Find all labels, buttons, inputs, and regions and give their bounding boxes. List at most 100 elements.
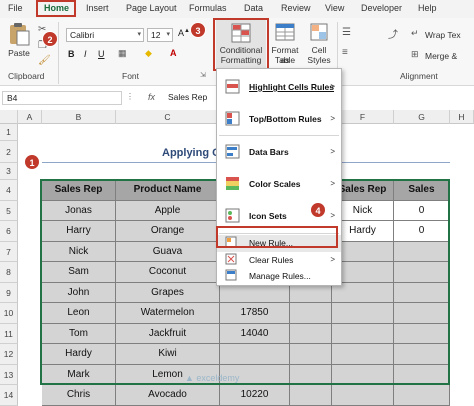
table-header-cell[interactable]: Product Name [116, 180, 220, 201]
table-cell[interactable]: Orange [116, 221, 220, 242]
cell-styles-button[interactable]: Cell Styles [304, 20, 334, 68]
tab-file[interactable]: File [8, 3, 23, 13]
align-left-icon[interactable]: ≡ [342, 47, 348, 58]
tab-view[interactable]: View [325, 3, 344, 13]
table-cell[interactable] [332, 344, 394, 365]
row-header[interactable]: 8 [0, 262, 18, 283]
lookup-cell[interactable]: 0 [394, 221, 450, 242]
column-header[interactable]: B [42, 110, 116, 124]
table-cell[interactable] [290, 303, 332, 324]
table-cell[interactable]: Grapes [116, 282, 220, 303]
table-cell[interactable]: Chris [42, 385, 116, 406]
formula-bar-cancel-icon[interactable]: ⋮ [126, 92, 134, 101]
font-color-icon[interactable]: A [170, 48, 177, 58]
name-box[interactable]: B4 [2, 91, 122, 105]
menu-item-data-bars[interactable]: Data Bars > [217, 136, 341, 168]
bold-button[interactable]: B [68, 49, 75, 59]
row-header[interactable]: 1 [0, 124, 18, 141]
tab-data[interactable]: Data [244, 3, 263, 13]
table-cell[interactable] [332, 385, 394, 406]
table-cell[interactable] [332, 303, 394, 324]
table-cell[interactable] [394, 364, 450, 385]
row-header[interactable]: 10 [0, 303, 18, 324]
menu-item-clear-rules[interactable]: Clear Rules > [217, 252, 341, 268]
orientation-icon[interactable]: ⤴ [388, 26, 398, 41]
table-cell[interactable] [332, 364, 394, 385]
table-cell[interactable] [394, 385, 450, 406]
lookup-header-cell[interactable]: Sales [394, 180, 450, 201]
wrap-text-button[interactable]: Wrap Tex [425, 30, 461, 40]
row-header[interactable]: 11 [0, 323, 18, 344]
dialog-launcher-icon[interactable]: ⇲ [200, 71, 206, 79]
table-cell[interactable]: Watermelon [116, 303, 220, 324]
column-header[interactable]: C [116, 110, 220, 124]
table-cell[interactable]: 14040 [220, 323, 290, 344]
wrap-text-icon[interactable]: ↵ [411, 28, 419, 39]
align-top-icon[interactable]: ☰ [342, 27, 351, 38]
table-cell[interactable] [290, 364, 332, 385]
table-cell[interactable]: 10220 [220, 385, 290, 406]
row-header[interactable]: 9 [0, 282, 18, 303]
table-cell[interactable]: Tom [42, 323, 116, 344]
row-header[interactable]: 13 [0, 364, 18, 385]
table-cell[interactable]: Guava [116, 241, 220, 262]
table-cell[interactable]: Jackfruit [116, 323, 220, 344]
conditional-formatting-button[interactable]: Conditional Formatting [216, 20, 266, 68]
table-cell[interactable] [290, 385, 332, 406]
row-header[interactable]: 5 [0, 200, 18, 221]
menu-item-manage-rules[interactable]: Manage Rules... [217, 268, 341, 284]
table-cell[interactable] [332, 323, 394, 344]
row-header[interactable]: 14 [0, 385, 18, 406]
font-name-select[interactable]: Calibri ▾ [66, 28, 144, 42]
table-cell[interactable]: Leon [42, 303, 116, 324]
table-cell[interactable] [394, 241, 450, 262]
table-cell[interactable]: Mark [42, 364, 116, 385]
table-cell[interactable] [394, 262, 450, 283]
italic-button[interactable]: I [84, 49, 87, 59]
menu-item-highlight-cells-rules[interactable]: Highlight Cells Rules > [217, 71, 341, 103]
borders-icon[interactable]: ▦ [118, 48, 127, 59]
lookup-cell[interactable]: 0 [394, 200, 450, 221]
format-painter-icon[interactable]: 🖌 [38, 55, 51, 66]
table-cell[interactable]: Jonas [42, 200, 116, 221]
select-all-corner[interactable] [0, 110, 18, 124]
table-cell[interactable]: Kiwi [116, 344, 220, 365]
row-header[interactable]: 4 [0, 180, 18, 201]
table-cell[interactable]: Coconut [116, 262, 220, 283]
table-cell[interactable]: Harry [42, 221, 116, 242]
menu-item-new-rule[interactable]: New Rule... [217, 235, 341, 252]
table-cell[interactable] [394, 303, 450, 324]
paste-button[interactable]: Paste [6, 22, 32, 62]
table-cell[interactable] [290, 344, 332, 365]
table-cell[interactable] [394, 282, 450, 303]
table-cell[interactable] [394, 323, 450, 344]
increase-font-icon[interactable]: A▲ [178, 28, 190, 38]
column-header[interactable]: A [18, 110, 42, 124]
fx-icon[interactable]: fx [148, 92, 155, 102]
tab-home[interactable]: Home [44, 3, 69, 13]
font-size-select[interactable]: 12 ▾ [147, 28, 173, 42]
table-cell[interactable] [394, 344, 450, 365]
formula-input[interactable]: Sales Rep [168, 92, 207, 102]
merge-icon[interactable]: ⊞ [411, 49, 419, 60]
format-as-table-button[interactable]: Format as Table [266, 20, 304, 68]
underline-button[interactable]: U [98, 49, 105, 59]
menu-item-top-bottom-rules[interactable]: Top/Bottom Rules > [217, 103, 341, 135]
column-header[interactable]: H [450, 110, 474, 124]
column-header[interactable]: G [394, 110, 450, 124]
table-cell[interactable] [290, 323, 332, 344]
row-header[interactable]: 6 [0, 221, 18, 242]
row-header[interactable]: 12 [0, 344, 18, 365]
tab-insert[interactable]: Insert [86, 3, 109, 13]
table-cell[interactable]: Apple [116, 200, 220, 221]
fill-color-icon[interactable]: ◆ [145, 48, 152, 59]
table-cell[interactable]: Nick [42, 241, 116, 262]
row-header[interactable]: 7 [0, 241, 18, 262]
tab-help[interactable]: Help [418, 3, 437, 13]
table-header-cell[interactable]: Sales Rep [42, 180, 116, 201]
table-cell[interactable]: Sam [42, 262, 116, 283]
merge-button[interactable]: Merge & [425, 51, 457, 61]
row-header[interactable]: 3 [0, 163, 18, 180]
row-header[interactable]: 2 [0, 141, 18, 163]
tab-page-layout[interactable]: Page Layout [126, 3, 177, 13]
